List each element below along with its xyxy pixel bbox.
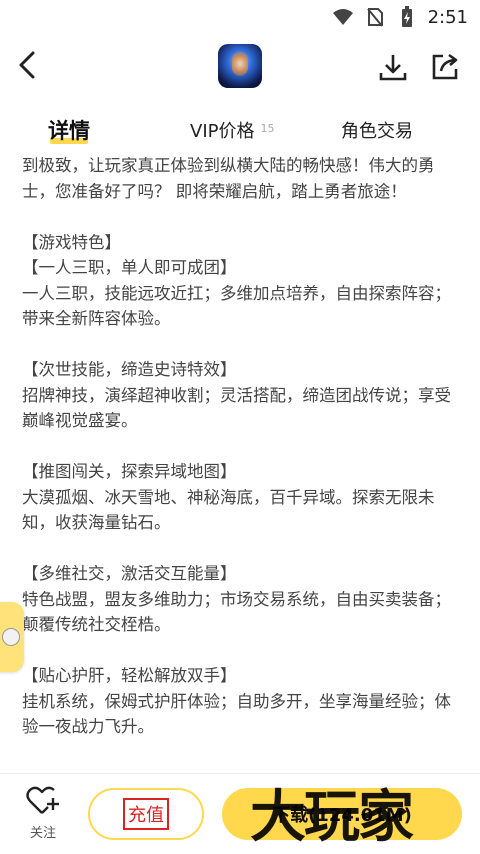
recharge-button[interactable]: 充值 xyxy=(88,788,204,840)
tab-vip-price[interactable]: VIP价格 15 xyxy=(190,110,274,150)
floating-assistant-tab[interactable] xyxy=(0,602,24,672)
share-button[interactable] xyxy=(428,50,462,84)
section-title: 【游戏特色】 xyxy=(22,232,121,252)
chevron-left-icon xyxy=(19,51,35,79)
feature-body: 一人三职，技能远攻近扛；多维加点培养，自由探索阵容；带来全新阵容体验。 xyxy=(22,283,451,329)
heart-plus-icon xyxy=(26,786,59,814)
no-sim-icon xyxy=(364,6,386,28)
tab-role-trade[interactable]: 角色交易 xyxy=(341,110,413,150)
status-time: 2:51 xyxy=(427,6,468,28)
follow-label: 关注 xyxy=(29,826,56,841)
share-icon xyxy=(432,53,458,80)
feature-body: 特色战盟，盟友多维助力；市场交易系统，自由买卖装备；颠覆传统社交桎梏。 xyxy=(22,589,451,635)
tab-details-label: 详情 xyxy=(48,119,90,143)
tab-vip-count: 15 xyxy=(260,121,275,135)
bottom-action-bar: 关注 充值 下载(124.01M) xyxy=(0,773,480,854)
tab-bar: 详情 VIP价格 15 角色交易 xyxy=(0,110,480,154)
game-app-icon xyxy=(218,44,262,88)
feature-heading: 【推图闯关，探索异域地图】 xyxy=(22,462,237,481)
status-bar: 2:51 xyxy=(0,0,480,34)
feature-heading: 【一人三职，单人即可成团】 xyxy=(22,258,237,277)
header xyxy=(0,34,480,100)
feature-body: 挂机系统，保姆式护肝体验；自助多开，坐享海量经验；体验一夜战力飞升。 xyxy=(22,691,451,737)
tab-trade-label: 角色交易 xyxy=(341,121,413,142)
wifi-icon xyxy=(332,6,354,28)
download-icon xyxy=(379,55,407,81)
download-label: 下载(124.01M) xyxy=(272,805,412,826)
download-game-button[interactable]: 下载(124.01M) xyxy=(222,788,462,840)
assistant-avatar-icon xyxy=(2,628,20,646)
feature-heading: 【次世技能，缔造史诗特效】 xyxy=(22,360,237,379)
battery-charging-icon xyxy=(396,6,418,28)
tab-details[interactable]: 详情 xyxy=(48,110,90,150)
details-content[interactable]: 到极致，让玩家真正体验到纵横大陆的畅快感！伟大的勇士，您准备好了吗？ 即将荣耀启… xyxy=(22,153,458,773)
tab-vip-label: VIP价格 xyxy=(190,121,255,142)
download-button[interactable] xyxy=(376,50,410,84)
intro-text: 到极致，让玩家真正体验到纵横大陆的畅快感！伟大的勇士，您准备好了吗？ 即将荣耀启… xyxy=(22,156,435,201)
follow-button[interactable]: 关注 xyxy=(20,786,66,846)
back-button[interactable] xyxy=(10,48,44,82)
recharge-label: 充值 xyxy=(123,798,169,830)
feature-heading: 【贴心护肝，轻松解放双手】 xyxy=(22,666,237,685)
feature-heading: 【多维社交，激活交互能量】 xyxy=(22,564,237,583)
feature-body: 招牌神技，演绎超神收割；灵活搭配，缔造团战传说；享受巅峰视觉盛宴。 xyxy=(22,385,451,431)
feature-body: 大漠孤烟、冰天雪地、神秘海底，百千异域。探索无限未知，收获海量钻石。 xyxy=(22,487,435,533)
